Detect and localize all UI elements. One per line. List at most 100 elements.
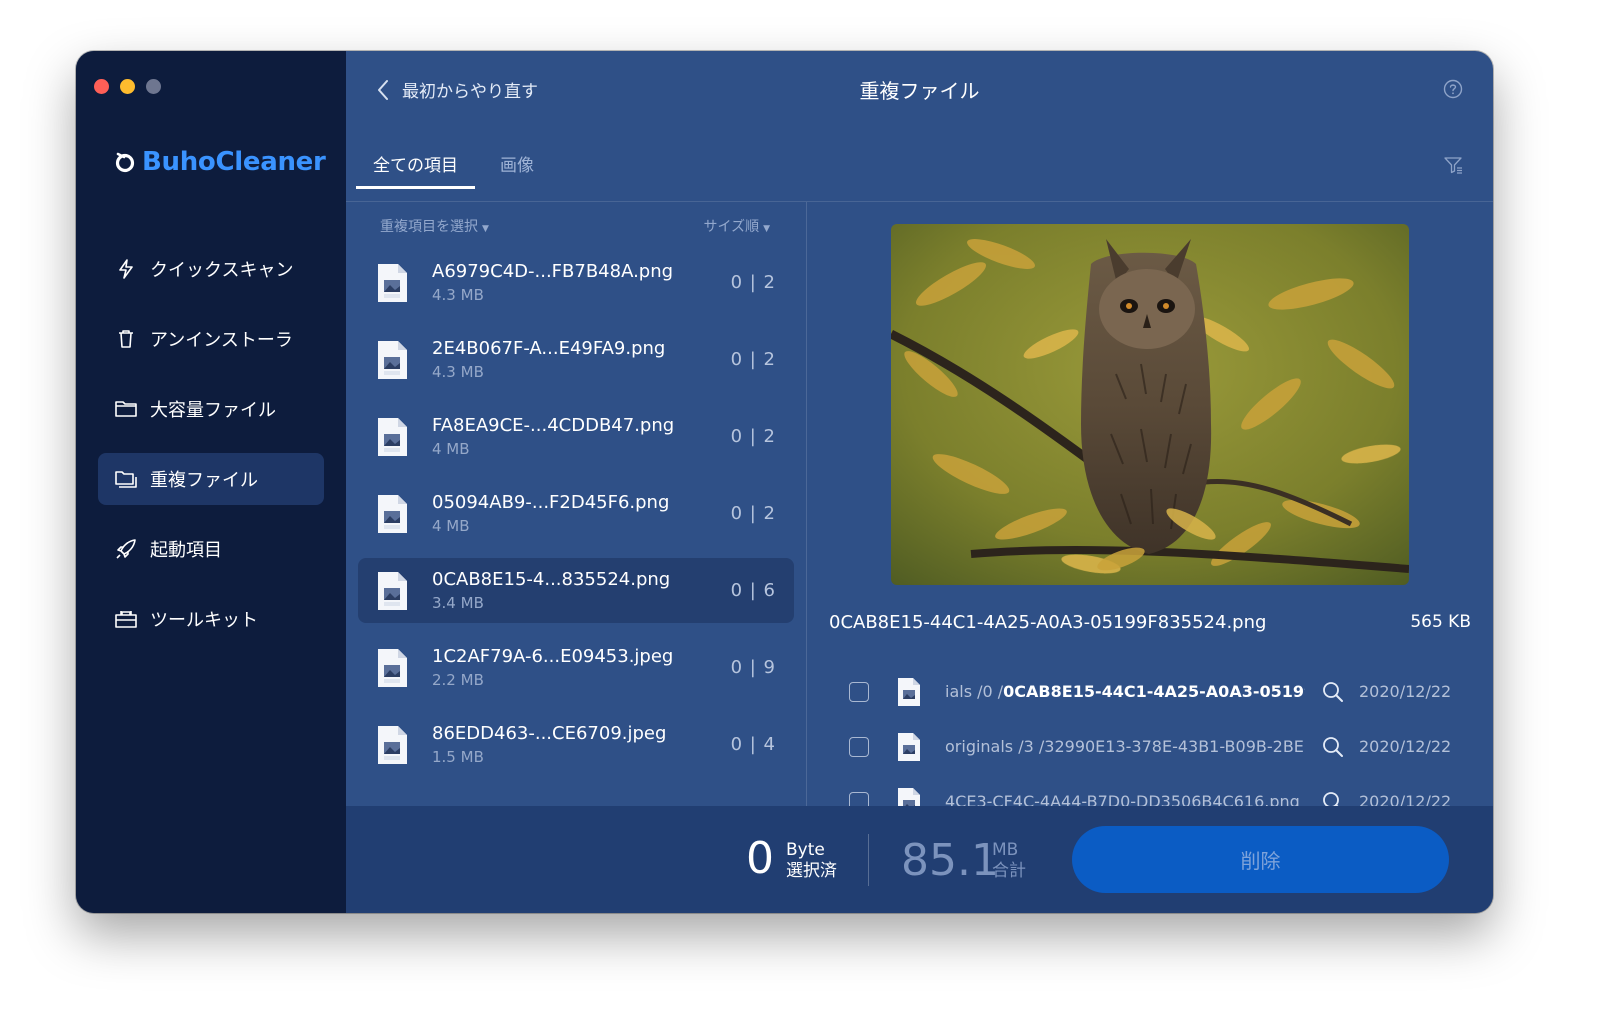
- sidebar-item-label: 大容量ファイル: [150, 400, 276, 421]
- list-item[interactable]: A6979C4D-...FB7B48A.png 4.3 MB 0 | 2: [358, 250, 794, 315]
- duplicate-list-pane: 重複項目を選択 ▼ サイズ順 ▼ A6979C4D-...FB7B48A.png 4…: [346, 202, 806, 806]
- sort-dropdown[interactable]: サイズ順 ▼: [703, 216, 770, 236]
- path-text: originals /3 /32990E13-378E-43B1-B09B-2B…: [945, 737, 1305, 756]
- jpeg-file-icon: [378, 725, 407, 764]
- path-row: originals /3 /32990E13-378E-43B1-B09B-2B…: [849, 719, 1479, 774]
- file-name: 0CAB8E15-4...835524.png: [432, 568, 671, 590]
- duplicate-count: 0 | 6: [730, 580, 776, 601]
- sidebar-item-label: アンインストーラ: [150, 330, 293, 351]
- path-checkbox[interactable]: [849, 791, 869, 806]
- path-prefix: 4CE3-CF4C-4A44-B7D0-DD3506B4C616.png: [945, 792, 1300, 806]
- path-text: 4CE3-CF4C-4A44-B7D0-DD3506B4C616.png: [945, 792, 1305, 806]
- start-over-button[interactable]: 最初からやり直す: [376, 77, 538, 102]
- sidebar-item-quick-scan[interactable]: クイックスキャン: [98, 243, 324, 295]
- sidebar-item-duplicate-files[interactable]: 重複ファイル: [98, 453, 324, 505]
- file-name: A6979C4D-...FB7B48A.png: [432, 260, 674, 282]
- path-date: 2020/12/22: [1359, 682, 1452, 701]
- tab-all-items[interactable]: 全ての項目: [356, 149, 475, 189]
- path-row: 4CE3-CF4C-4A44-B7D0-DD3506B4C616.png 202…: [849, 774, 1479, 806]
- file-size: 2.2 MB: [432, 670, 484, 689]
- app-window: BuhoCleaner クイックスキャン アンインストーラ 大容量ファイル 重複…: [76, 51, 1493, 913]
- file-name: 86EDD463-...CE6709.jpeg: [432, 722, 667, 744]
- sort-label: サイズ順: [703, 219, 760, 235]
- list-item[interactable]: FA8EA9CE-...4CDDB47.png 4 MB 0 | 2: [358, 404, 794, 469]
- total-size-value: 85.1: [901, 835, 999, 886]
- duplicate-count: 0 | 2: [730, 503, 776, 524]
- total-size-unit: MB: [992, 840, 1019, 860]
- search-icon[interactable]: [1321, 790, 1345, 807]
- caret-down-icon: ▼: [482, 224, 489, 234]
- path-text: ials /0 /0CAB8E15-44C1-4A25-A0A3-05199F8…: [945, 682, 1305, 701]
- jpeg-file-icon: [378, 648, 407, 687]
- app-name: BuhoCleaner: [142, 147, 326, 177]
- file-size: 1.5 MB: [432, 747, 484, 766]
- sidebar-item-label: 起動項目: [150, 540, 222, 561]
- list-item[interactable]: 05094AB9-...F2D45F6.png 4 MB 0 | 2: [358, 481, 794, 546]
- list-item[interactable]: 86EDD463-...CE6709.jpeg 1.5 MB 0 | 4: [358, 712, 794, 777]
- path-prefix: originals /3 /32990E13-378E-43B1-B09B-2B…: [945, 737, 1305, 756]
- sidebar-item-uninstaller[interactable]: アンインストーラ: [98, 313, 324, 365]
- path-checkbox[interactable]: [849, 736, 869, 757]
- file-size: 3.4 MB: [432, 593, 484, 612]
- list-item-text: 86EDD463-...CE6709.jpeg 1.5 MB: [432, 722, 731, 768]
- image-preview: [891, 224, 1409, 585]
- preview-file-name: 0CAB8E15-44C1-4A25-A0A3-05199F835524.png: [829, 612, 1267, 633]
- duplicate-count: 0 | 2: [730, 349, 776, 370]
- selected-caption: 選択済: [786, 861, 837, 881]
- sidebar-item-toolkit[interactable]: ツールキット: [98, 593, 324, 645]
- file-size: 4 MB: [432, 516, 470, 535]
- sidebar-nav: クイックスキャン アンインストーラ 大容量ファイル 重複ファイル 起動項目 ツー…: [98, 243, 324, 663]
- tab-images[interactable]: 画像: [483, 149, 551, 189]
- close-window-button[interactable]: [94, 79, 109, 94]
- select-duplicates-dropdown[interactable]: 重複項目を選択 ▼: [380, 216, 489, 236]
- start-over-label: 最初からやり直す: [402, 82, 538, 102]
- top-bar: 最初からやり直す 重複ファイル: [346, 51, 1493, 131]
- zoom-window-button[interactable]: [146, 79, 161, 94]
- list-item-text: 0CAB8E15-4...835524.png 3.4 MB: [432, 568, 731, 614]
- list-item[interactable]: 1C2AF79A-6...E09453.jpeg 2.2 MB 0 | 9: [358, 635, 794, 700]
- list-item-text: 2E4B067F-A...E49FA9.png 4.3 MB: [432, 337, 731, 383]
- buho-logo-icon: [115, 152, 135, 173]
- png-file-icon: [898, 732, 920, 761]
- app-logo: BuhoCleaner: [114, 147, 326, 177]
- duplicate-paths-list: ials /0 /0CAB8E15-44C1-4A25-A0A3-05199F8…: [849, 664, 1479, 806]
- minimize-window-button[interactable]: [120, 79, 135, 94]
- help-icon[interactable]: [1443, 79, 1463, 99]
- duplicate-count: 0 | 2: [730, 272, 776, 293]
- list-item-text: 1C2AF79A-6...E09453.jpeg 2.2 MB: [432, 645, 731, 691]
- main-area: 最初からやり直す 重複ファイル 全ての項目 画像 重複項目を選択 ▼ サイズ順 ▼: [346, 51, 1493, 913]
- lightning-icon: [114, 257, 138, 281]
- window-controls: [94, 79, 161, 94]
- path-file-name: 0CAB8E15-44C1-4A25-A0A3-05199F835524.png: [1003, 682, 1305, 701]
- search-icon[interactable]: [1321, 680, 1345, 704]
- list-header: 重複項目を選択 ▼ サイズ順 ▼: [346, 202, 806, 250]
- file-size: 4 MB: [432, 439, 470, 458]
- png-file-icon: [378, 340, 407, 379]
- list-item[interactable]: 2E4B067F-A...E49FA9.png 4.3 MB 0 | 2: [358, 327, 794, 392]
- duplicate-list: A6979C4D-...FB7B48A.png 4.3 MB 0 | 2 2E4…: [358, 250, 794, 777]
- delete-button[interactable]: 削除: [1072, 826, 1449, 893]
- path-date: 2020/12/22: [1359, 792, 1452, 806]
- duplicate-count: 0 | 4: [730, 734, 776, 755]
- png-file-icon: [898, 787, 920, 806]
- tab-bar: 全ての項目 画像: [356, 149, 559, 189]
- path-row: ials /0 /0CAB8E15-44C1-4A25-A0A3-05199F8…: [849, 664, 1479, 719]
- file-name: 05094AB9-...F2D45F6.png: [432, 491, 670, 513]
- sidebar-item-large-files[interactable]: 大容量ファイル: [98, 383, 324, 435]
- footer-bar: 0 Byte 選択済 85.1 MB 合計 削除: [346, 806, 1493, 913]
- filter-icon[interactable]: [1443, 155, 1463, 175]
- path-checkbox[interactable]: [849, 681, 869, 702]
- selected-size-value: 0: [746, 833, 774, 884]
- list-item-text: FA8EA9CE-...4CDDB47.png 4 MB: [432, 414, 731, 460]
- file-name: 2E4B067F-A...E49FA9.png: [432, 337, 666, 359]
- sidebar-item-startup-items[interactable]: 起動項目: [98, 523, 324, 575]
- list-item-text: 05094AB9-...F2D45F6.png 4 MB: [432, 491, 731, 537]
- rocket-icon: [114, 537, 138, 561]
- file-size: 4.3 MB: [432, 362, 484, 381]
- trash-icon: [114, 327, 138, 351]
- sidebar-item-label: ツールキット: [150, 610, 258, 631]
- png-file-icon: [378, 571, 407, 610]
- caret-down-icon: ▼: [763, 224, 770, 234]
- list-item[interactable]: 0CAB8E15-4...835524.png 3.4 MB 0 | 6: [358, 558, 794, 623]
- search-icon[interactable]: [1321, 735, 1345, 759]
